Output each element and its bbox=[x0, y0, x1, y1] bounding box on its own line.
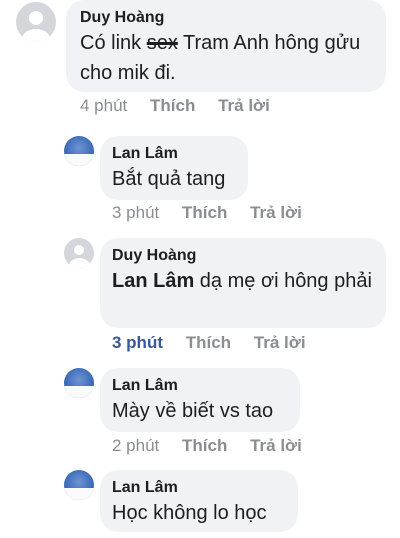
like-button[interactable]: Thích bbox=[186, 333, 231, 352]
avatar[interactable] bbox=[64, 136, 94, 166]
timestamp[interactable]: 2 phút bbox=[112, 436, 159, 455]
comment-bubble: Lan Lâm Mày về biết vs tao bbox=[100, 368, 300, 432]
comment-bubble: Lan Lâm Học không lo học bbox=[100, 470, 298, 532]
comment-actions: 3 phút Thích Trả lời bbox=[112, 203, 320, 223]
comment-bubble: Lan Lâm Bắt quả tang bbox=[100, 136, 248, 200]
timestamp[interactable]: 4 phút bbox=[80, 96, 127, 115]
struck-word: sex bbox=[146, 32, 178, 54]
avatar[interactable] bbox=[64, 470, 94, 500]
timestamp[interactable]: 3 phút bbox=[112, 333, 163, 352]
reply-button[interactable]: Trả lời bbox=[254, 333, 306, 352]
comment-bubble: Duy Hoàng Lan Lâm dạ mẹ ơi hông phải bbox=[100, 238, 386, 328]
comment-text: Lan Lâm dạ mẹ ơi hông phải bbox=[112, 270, 372, 292]
comment-author[interactable]: Lan Lâm bbox=[112, 144, 236, 164]
like-button[interactable]: Thích bbox=[182, 203, 227, 222]
comment-author[interactable]: Duy Hoàng bbox=[80, 8, 372, 28]
avatar[interactable] bbox=[64, 238, 94, 268]
comment-text: Học không lo học bbox=[112, 502, 267, 524]
comment-actions: 3 phút Thích Trả lời bbox=[112, 333, 324, 353]
avatar[interactable] bbox=[16, 2, 56, 42]
like-button[interactable]: Thích bbox=[150, 96, 195, 115]
reply-button[interactable]: Trả lời bbox=[250, 203, 302, 222]
reply-button[interactable]: Trả lời bbox=[218, 96, 270, 115]
mention-link[interactable]: Lan Lâm bbox=[112, 270, 194, 292]
comment-text: Mày về biết vs tao bbox=[112, 400, 274, 422]
comment-author[interactable]: Lan Lâm bbox=[112, 478, 286, 498]
avatar[interactable] bbox=[64, 368, 94, 398]
comment-bubble: Duy Hoàng Có link sex Tram Anh hông gửu … bbox=[66, 0, 386, 92]
comment-actions: 4 phút Thích Trả lời bbox=[80, 96, 288, 116]
timestamp[interactable]: 3 phút bbox=[112, 203, 159, 222]
comment-text: Bắt quả tang bbox=[112, 168, 226, 190]
comment-author[interactable]: Duy Hoàng bbox=[112, 246, 374, 266]
reply-button[interactable]: Trả lời bbox=[250, 436, 302, 455]
comment-actions: 2 phút Thích Trả lời bbox=[112, 436, 320, 456]
comment-text: Có link sex Tram Anh hông gửu cho mik đi… bbox=[80, 32, 361, 84]
like-button[interactable]: Thích bbox=[182, 436, 227, 455]
comment-author[interactable]: Lan Lâm bbox=[112, 376, 288, 396]
